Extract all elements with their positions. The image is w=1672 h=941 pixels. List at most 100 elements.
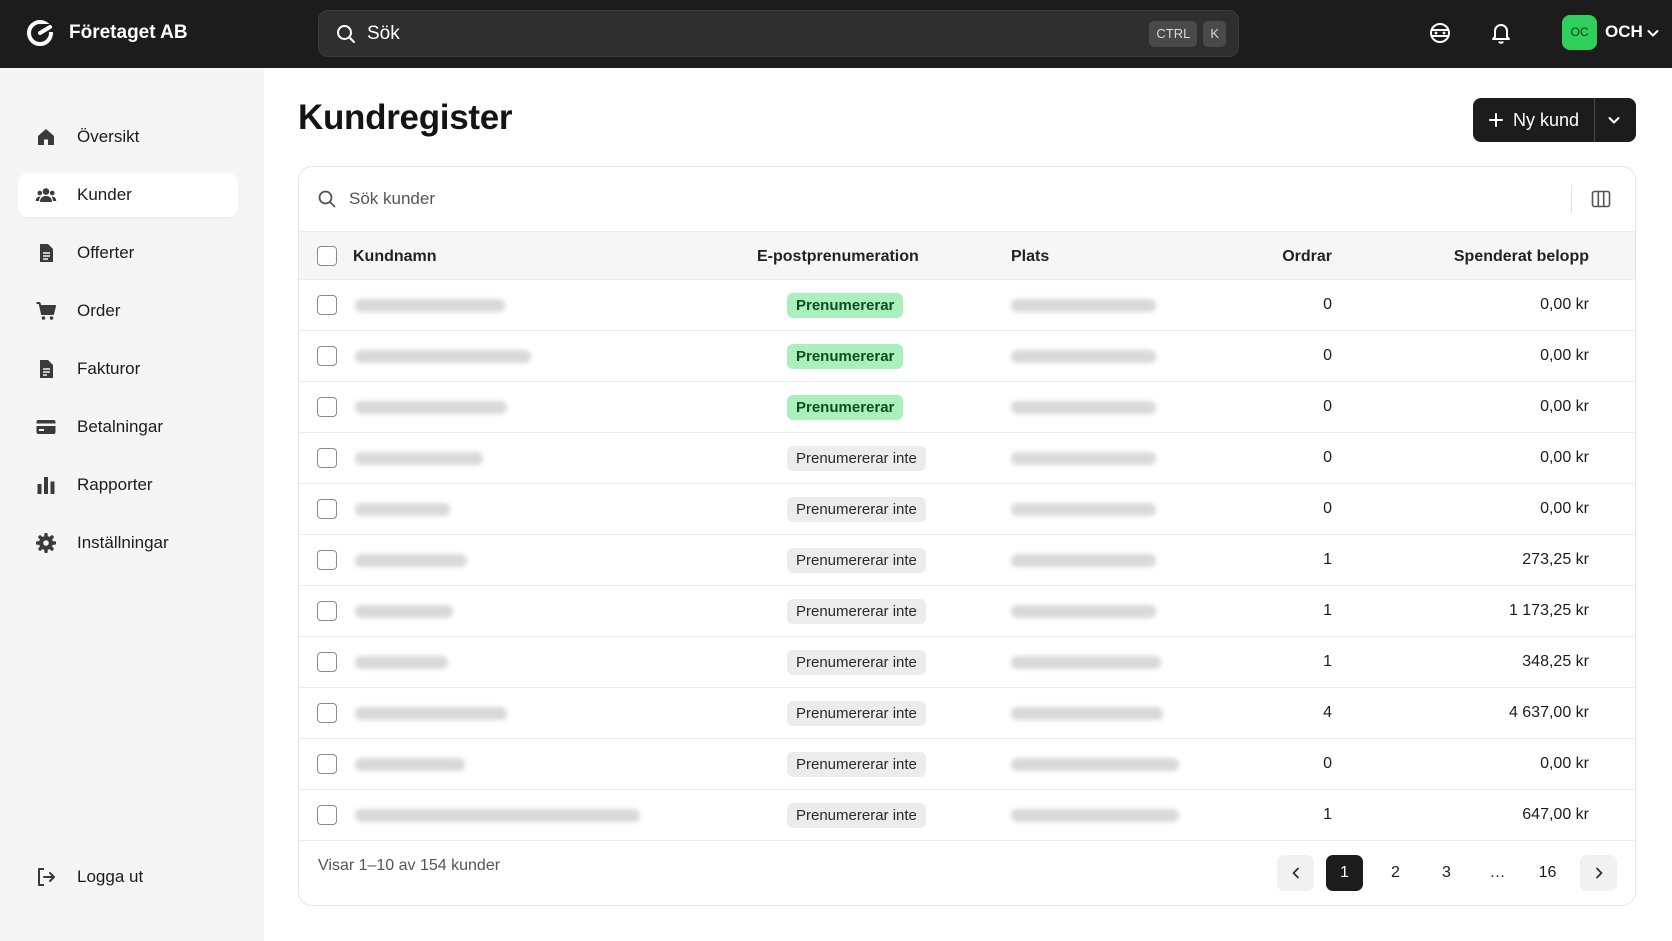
row-checkbox[interactable] — [317, 601, 337, 621]
table-row[interactable]: Prenumererar inte 4 4 637,00 kr — [299, 688, 1635, 739]
sidebar-item-oversikt[interactable]: Översikt — [18, 115, 238, 159]
search-icon — [318, 190, 336, 208]
column-header-amount[interactable]: Spenderat belopp — [1389, 248, 1589, 266]
new-customer-button[interactable]: Ny kund — [1473, 98, 1636, 142]
select-all-checkbox[interactable] — [317, 246, 337, 266]
customer-name-redacted — [355, 401, 507, 414]
orders-cell: 0 — [1323, 296, 1332, 313]
orders-cell: 0 — [1323, 500, 1332, 517]
next-page-button[interactable] — [1580, 855, 1617, 891]
customer-search-input[interactable]: Sök kunder — [349, 189, 435, 209]
customer-table-card: Sök kunder Kundnamn E-postprenumeration … — [298, 166, 1636, 906]
document-icon — [40, 244, 53, 262]
row-checkbox[interactable] — [317, 346, 337, 366]
bell-icon[interactable] — [1488, 20, 1514, 46]
brand[interactable]: Företaget AB — [25, 18, 188, 48]
plus-icon — [1489, 113, 1503, 127]
row-checkbox[interactable] — [317, 652, 337, 672]
customer-search[interactable]: Sök kunder — [299, 167, 1635, 231]
table-row[interactable]: Prenumererar 0 0,00 kr — [299, 331, 1635, 382]
customer-name-redacted — [355, 452, 483, 465]
amount-cell: 0,00 kr — [1540, 500, 1589, 517]
row-checkbox[interactable] — [317, 397, 337, 417]
amount-cell: 0,00 kr — [1540, 449, 1589, 466]
amount-cell: 0,00 kr — [1540, 347, 1589, 364]
customer-name-redacted — [355, 707, 507, 720]
column-header-location[interactable]: Plats — [1011, 248, 1049, 266]
logout-icon — [38, 868, 55, 886]
sidebar-item-rapporter[interactable]: Rapporter — [18, 463, 238, 507]
chevron-left-icon — [1292, 867, 1299, 879]
table-row[interactable]: Prenumererar inte 0 0,00 kr — [299, 484, 1635, 535]
row-checkbox[interactable] — [317, 550, 337, 570]
customer-name-redacted — [355, 656, 448, 669]
subscription-badge: Prenumererar — [787, 293, 904, 318]
row-checkbox[interactable] — [317, 295, 337, 315]
subscription-badge: Prenumererar inte — [787, 650, 926, 675]
user-name[interactable]: OCH — [1605, 22, 1643, 42]
table-row[interactable]: Prenumererar 0 0,00 kr — [299, 280, 1635, 331]
row-checkbox[interactable] — [317, 805, 337, 825]
customer-name-redacted — [355, 503, 450, 516]
chevron-down-icon[interactable] — [1607, 113, 1621, 127]
row-checkbox[interactable] — [317, 499, 337, 519]
subscription-badge: Prenumererar inte — [787, 497, 926, 522]
row-checkbox[interactable] — [317, 754, 337, 774]
previous-page-button[interactable] — [1277, 855, 1314, 891]
amount-cell: 4 637,00 kr — [1508, 704, 1589, 721]
sidebar-item-installningar[interactable]: Inställningar — [18, 521, 238, 565]
orders-cell: 0 — [1323, 449, 1332, 466]
orders-cell: 0 — [1323, 347, 1332, 364]
logout-button[interactable]: Logga ut — [18, 855, 238, 899]
customer-name-redacted — [355, 299, 505, 312]
table-row[interactable]: Prenumererar inte 1 348,25 kr — [299, 637, 1635, 688]
amount-cell: 348,25 kr — [1522, 653, 1589, 670]
customer-name-redacted — [355, 605, 453, 618]
sidebar: Översikt Kunder Offerter Order Fakturor … — [0, 68, 264, 941]
amount-cell: 1 173,25 kr — [1508, 602, 1589, 619]
sidebar-item-offerter[interactable]: Offerter — [18, 231, 238, 275]
sidebar-item-order[interactable]: Order — [18, 289, 238, 333]
table-header: Kundnamn E-postprenumeration Plats Ordra… — [299, 231, 1635, 280]
subscription-badge: Prenumererar — [787, 344, 904, 369]
row-checkbox[interactable] — [317, 448, 337, 468]
page-button-16[interactable]: 16 — [1529, 855, 1566, 891]
table-row[interactable]: Prenumererar inte 0 0,00 kr — [299, 433, 1635, 484]
inbox-icon[interactable] — [1427, 20, 1453, 46]
chevron-down-icon[interactable] — [1646, 26, 1660, 40]
orders-cell: 1 — [1323, 806, 1332, 823]
sidebar-item-label: Offerter — [77, 243, 135, 262]
page-button-2[interactable]: 2 — [1377, 855, 1414, 891]
row-checkbox[interactable] — [317, 703, 337, 723]
location-redacted — [1011, 809, 1179, 822]
invoice-icon — [40, 360, 53, 378]
table-row[interactable]: Prenumererar inte 0 0,00 kr — [299, 739, 1635, 790]
global-search-input[interactable]: Sök CTRL K — [318, 10, 1239, 57]
credit-card-icon — [36, 420, 56, 434]
table-row[interactable]: Prenumererar inte 1 1 173,25 kr — [299, 586, 1635, 637]
search-label: Sök — [367, 22, 400, 44]
sidebar-item-label: Order — [77, 301, 121, 320]
table-row[interactable]: Prenumererar inte 1 273,25 kr — [299, 535, 1635, 586]
button-divider — [1594, 98, 1595, 142]
sidebar-item-betalningar[interactable]: Betalningar — [18, 405, 238, 449]
sidebar-item-label: Betalningar — [77, 417, 164, 436]
orders-cell: 1 — [1323, 551, 1332, 568]
location-redacted — [1011, 707, 1163, 720]
column-header-name[interactable]: Kundnamn — [353, 248, 437, 266]
page-button-3[interactable]: 3 — [1428, 855, 1465, 891]
bar-chart-icon — [37, 477, 55, 494]
sidebar-item-kunder[interactable]: Kunder — [18, 173, 238, 217]
column-header-subscription[interactable]: E-postprenumeration — [757, 248, 919, 266]
table-row[interactable]: Prenumererar inte 1 647,00 kr — [299, 790, 1635, 841]
sidebar-item-label: Rapporter — [77, 475, 153, 494]
logout-label: Logga ut — [77, 867, 144, 886]
avatar[interactable]: OC — [1562, 15, 1597, 50]
subscription-badge: Prenumererar inte — [787, 701, 926, 726]
table-row[interactable]: Prenumererar 0 0,00 kr — [299, 382, 1635, 433]
column-header-orders[interactable]: Ordrar — [1219, 248, 1332, 266]
page-button-1[interactable]: 1 — [1326, 855, 1363, 891]
columns-icon[interactable] — [1591, 189, 1611, 209]
sidebar-item-fakturor[interactable]: Fakturor — [18, 347, 238, 391]
subscription-badge: Prenumererar inte — [787, 548, 926, 573]
